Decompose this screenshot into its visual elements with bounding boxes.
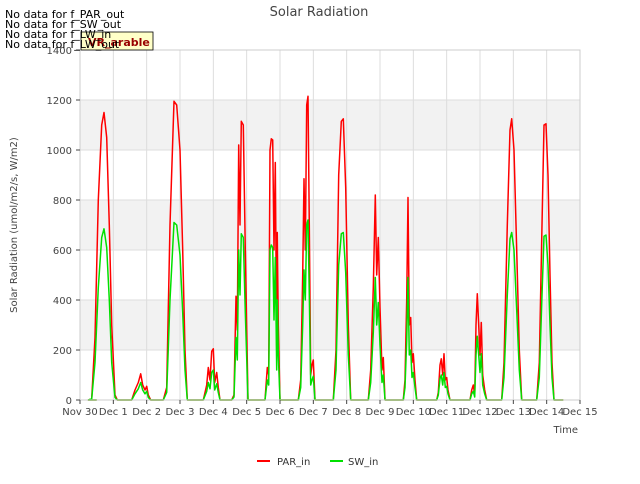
solar-radiation-chart: 0200400600800100012001400 Nov 30 Dec 1 Dec… — [5, 5, 598, 468]
no-data-notes: No data for f_PAR_out No data for f_SW_o… — [5, 8, 125, 51]
x-tick-label: Dec 1 — [99, 407, 128, 418]
background-band — [80, 50, 580, 100]
x-tick-label: Dec 14 — [529, 407, 564, 418]
y-axis-label: Solar Radiation (umol/m2/s, W/m2) — [9, 137, 20, 313]
x-tick-label: Dec 13 — [496, 407, 531, 418]
x-axis-label: Time — [553, 425, 578, 436]
chart-container: 0 200 400 600 800 1000 1200 1400 Nov 30 Dec 1 Dec… — [0, 0, 640, 480]
x-tick-label: Dec 2 — [132, 407, 161, 418]
x-axis-ticks: Nov 30 Dec 1 Dec 2 Dec 3 Dec 4 Dec 5 Dec 6 Dec … — [62, 400, 598, 418]
background-band — [80, 200, 580, 250]
x-tick-label: Dec 3 — [166, 407, 195, 418]
y-tick-label: 400 — [53, 296, 72, 307]
legend-label-sw-in: SW_in — [348, 457, 378, 468]
chart-title: Solar Radiation — [270, 5, 369, 20]
x-tick-label: Dec 12 — [462, 407, 497, 418]
x-tick-label: Dec 6 — [266, 407, 295, 418]
no-data-note: No data for f_LW_out — [5, 38, 120, 51]
x-tick-label: Dec 8 — [332, 407, 361, 418]
y-tick-label: 0 — [66, 396, 72, 407]
x-tick-label: Dec 7 — [299, 407, 328, 418]
y-tick-label: 200 — [53, 346, 72, 357]
x-tick-label: Dec 15 — [562, 407, 597, 418]
background-band — [80, 100, 580, 150]
y-tick-label: 800 — [53, 196, 72, 207]
x-tick-label: Dec 11 — [429, 407, 464, 418]
x-tick-label: Dec 5 — [232, 407, 261, 418]
legend: PAR_in SW_in — [257, 457, 378, 468]
y-tick-label: 1000 — [47, 146, 72, 157]
x-tick-label: Dec 9 — [366, 407, 395, 418]
y-axis-ticks: 0200400600800100012001400 — [47, 46, 80, 407]
y-tick-label: 600 — [53, 246, 72, 257]
x-tick-label: Dec 10 — [396, 407, 431, 418]
x-tick-label: Nov 30 — [62, 407, 97, 418]
background-band — [80, 150, 580, 200]
y-tick-label: 1200 — [47, 96, 72, 107]
legend-label-par-in: PAR_in — [277, 457, 310, 468]
x-tick-label: Dec 4 — [199, 407, 228, 418]
